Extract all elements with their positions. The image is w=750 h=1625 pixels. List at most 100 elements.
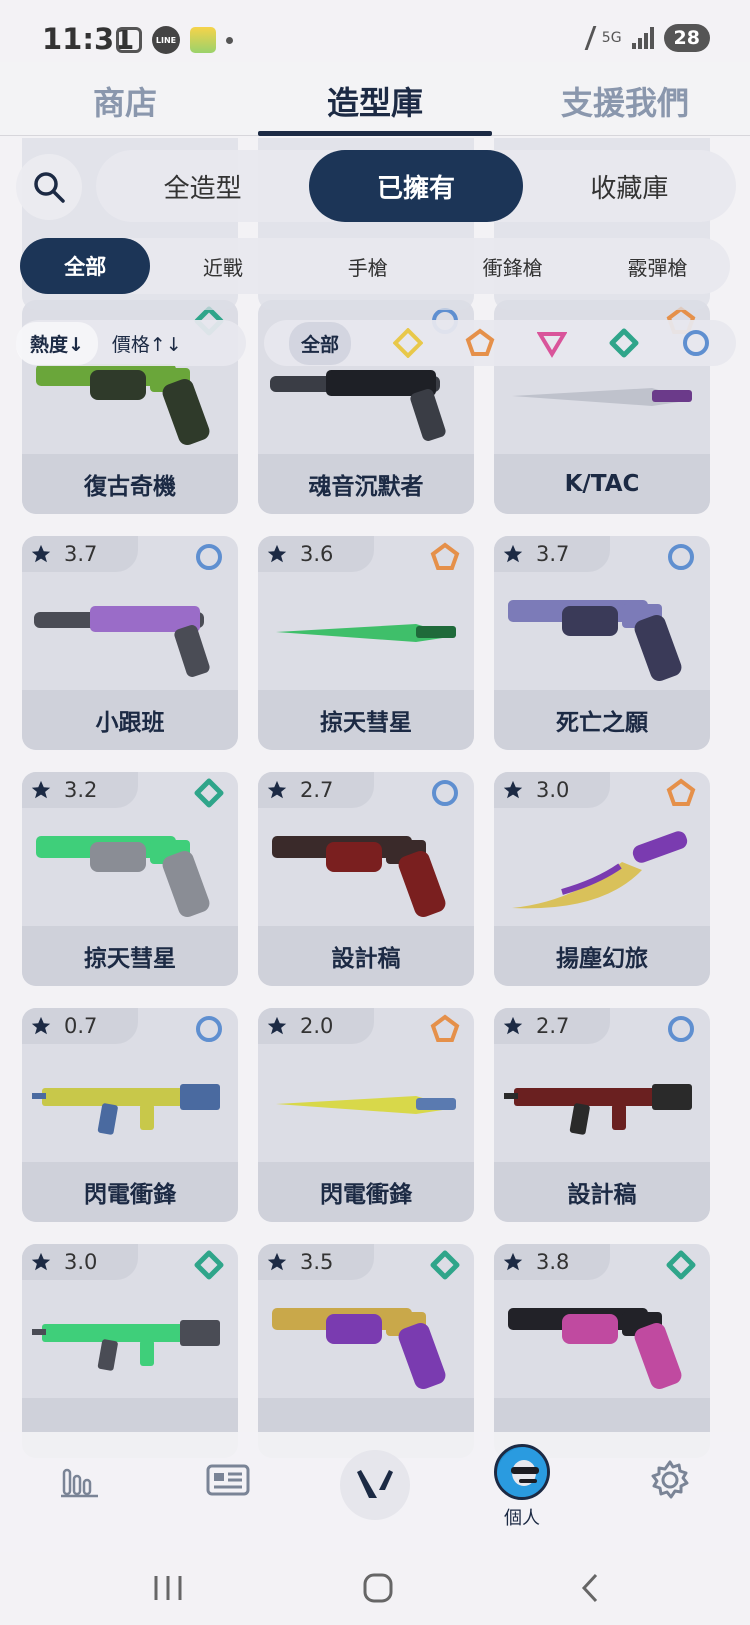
skin-card[interactable]: 3.6 掠天彗星: [258, 536, 474, 750]
skin-name: 設計稿: [258, 926, 474, 986]
star-icon: [31, 1016, 51, 1035]
deluxe-tier-icon[interactable]: [609, 328, 639, 358]
tab-support[interactable]: 支援我們: [500, 62, 750, 135]
stats-nav-button[interactable]: [50, 1450, 110, 1510]
exclusive-tier-icon[interactable]: [465, 328, 495, 358]
skin-name: K/TAC: [494, 454, 710, 514]
skin-card[interactable]: 3.8: [494, 1244, 710, 1458]
screenshot-icon: [116, 27, 142, 53]
star-icon: [503, 1252, 523, 1271]
standard-tier-icon: [666, 542, 696, 572]
skin-rating: 3.2: [22, 772, 138, 808]
rating-value: 2.7: [300, 778, 334, 802]
skin-card[interactable]: 0.7 閃電衝鋒: [22, 1008, 238, 1222]
home-button[interactable]: [348, 1566, 408, 1610]
battery-indicator: 28: [663, 24, 710, 52]
sort-price-button[interactable]: 價格↑↓: [98, 322, 196, 365]
category-sidearm[interactable]: 手槍: [295, 238, 440, 294]
rating-value: 0.7: [64, 1014, 98, 1038]
skin-name: 小跟班: [22, 690, 238, 750]
smg-icon: [30, 1048, 230, 1160]
rating-value: 3.0: [64, 1250, 98, 1274]
back-icon: [581, 1573, 598, 1603]
tab-collection[interactable]: 造型庫: [250, 62, 500, 136]
revolver-icon: [266, 1284, 466, 1396]
system-indicators: 5G 28: [565, 24, 710, 52]
skin-card[interactable]: 3.0 揚塵幻旅: [494, 772, 710, 986]
system-navigation-bar: [0, 1552, 750, 1625]
more-notifications-icon: [226, 36, 233, 44]
valorant-logo-icon: [357, 1470, 393, 1498]
rifle-icon: [502, 1048, 702, 1160]
category-shotgun[interactable]: 霰彈槍: [585, 238, 730, 294]
deluxe-tier-icon: [194, 778, 224, 808]
star-icon: [31, 1252, 51, 1271]
rating-value: 2.7: [536, 1014, 570, 1038]
skin-rating: 3.0: [22, 1244, 138, 1280]
avatar-icon: [497, 1447, 547, 1497]
knife-icon: [266, 1048, 466, 1160]
select-tier-icon[interactable]: [392, 328, 423, 358]
skin-rating: 3.7: [494, 536, 610, 572]
skin-name: 復古奇機: [22, 454, 238, 514]
premium-tier-icon[interactable]: [536, 328, 567, 358]
category-melee[interactable]: 近戰: [150, 238, 295, 294]
rating-value: 3.8: [536, 1250, 570, 1274]
skin-rating: 3.7: [22, 536, 138, 572]
skin-card[interactable]: 2.0 閃電衝鋒: [258, 1008, 474, 1222]
news-nav-button[interactable]: [198, 1450, 258, 1510]
tier-filter: 全部: [264, 320, 736, 366]
notification-icons: LINE: [116, 26, 233, 54]
bar-chart-icon: [61, 1468, 98, 1498]
rating-value: 3.7: [64, 542, 98, 566]
back-button[interactable]: [560, 1566, 620, 1610]
skin-card[interactable]: 3.0: [22, 1244, 238, 1458]
knife-icon: [266, 576, 466, 688]
star-icon: [267, 544, 287, 563]
star-icon: [503, 780, 523, 799]
skin-card[interactable]: 3.5: [258, 1244, 474, 1458]
exclusive-tier-icon: [430, 542, 460, 572]
category-smg[interactable]: 衝鋒槍: [440, 238, 585, 294]
search-icon: [34, 172, 65, 203]
shotgun-pistol-icon: [30, 576, 230, 688]
line-app-icon: LINE: [152, 26, 180, 54]
home-icon: [363, 1573, 393, 1603]
profile-avatar[interactable]: [494, 1444, 550, 1500]
star-icon: [503, 1016, 523, 1035]
deluxe-tier-icon: [666, 1250, 696, 1280]
star-icon: [503, 544, 523, 563]
tab-shop[interactable]: 商店: [0, 62, 250, 135]
home-nav-button[interactable]: [340, 1450, 410, 1520]
settings-nav-button[interactable]: [640, 1450, 700, 1510]
revolver-icon: [502, 576, 702, 688]
sort-popularity-button[interactable]: 熱度↓: [16, 321, 98, 365]
skin-name: 設計稿: [494, 1162, 710, 1222]
scope-favorites[interactable]: 收藏庫: [523, 150, 736, 222]
skin-name: 掠天彗星: [258, 690, 474, 750]
skin-card[interactable]: 2.7 設計稿: [494, 1008, 710, 1222]
deluxe-tier-icon: [430, 1250, 460, 1280]
scope-owned[interactable]: 已擁有: [309, 150, 523, 222]
skin-card[interactable]: 3.7 死亡之願: [494, 536, 710, 750]
revolver-icon: [502, 1284, 702, 1396]
scope-all-skins[interactable]: 全造型: [96, 150, 309, 222]
skin-card[interactable]: 3.7 小跟班: [22, 536, 238, 750]
search-button[interactable]: [16, 154, 82, 220]
signal-icon: [631, 27, 654, 49]
standard-tier-icon: [194, 1014, 224, 1044]
scope-filter-row: 全造型 已擁有 收藏庫: [16, 150, 736, 222]
sort-options: 熱度↓ 價格↑↓: [16, 320, 246, 366]
skin-card[interactable]: 2.7 設計稿: [258, 772, 474, 986]
skin-card[interactable]: 3.2 掠天彗星: [22, 772, 238, 986]
category-all[interactable]: 全部: [20, 238, 151, 294]
skin-name: 揚塵幻旅: [494, 926, 710, 986]
recent-apps-button[interactable]: [138, 1566, 198, 1610]
tier-all-button[interactable]: 全部: [288, 321, 351, 365]
skin-name: 魂音沉默者: [258, 454, 474, 514]
mute-icon: [565, 26, 597, 50]
news-icon: [206, 1464, 250, 1496]
standard-tier-icon[interactable]: [681, 328, 711, 358]
network-type: 5G: [601, 30, 622, 46]
skin-rating: 2.0: [258, 1008, 374, 1044]
